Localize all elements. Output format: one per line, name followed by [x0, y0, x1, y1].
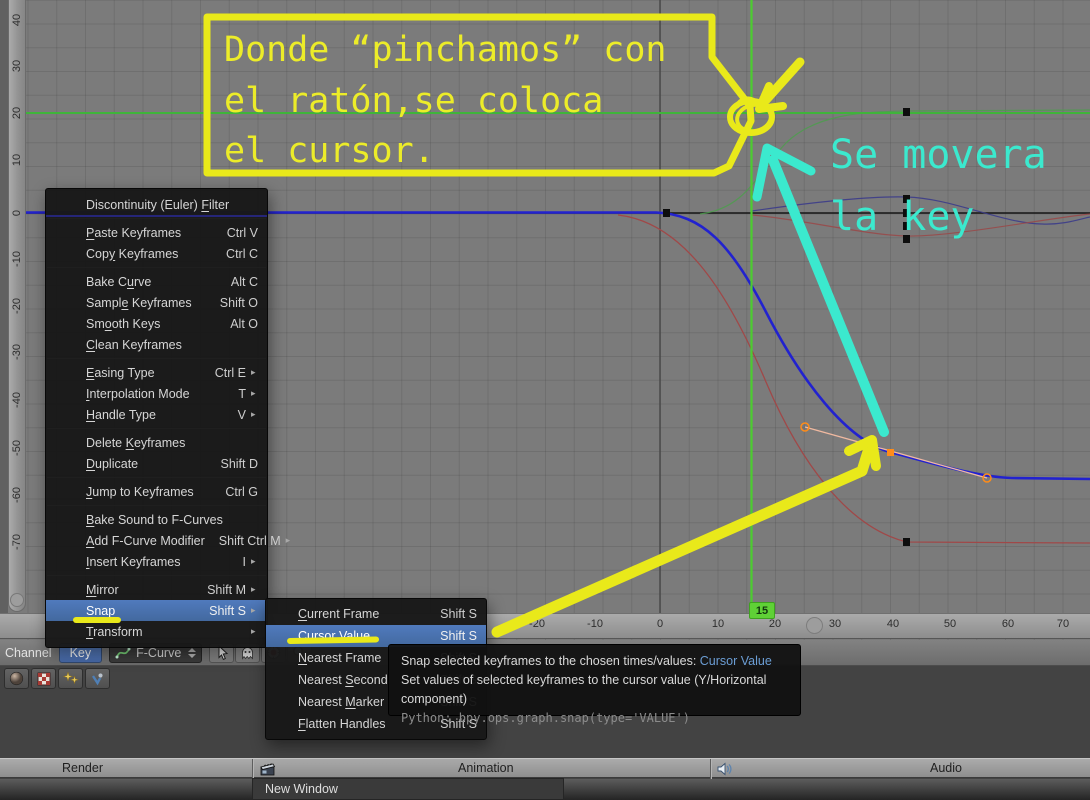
tooltip: Snap selected keyframes to the chosen ti… [388, 644, 801, 725]
tooltip-summary-text: Snap selected keyframes to the chosen ti… [401, 654, 697, 668]
tooltip-summary-value: Cursor Value [699, 654, 772, 668]
annotation-cyan-arrow-shaft [768, 155, 889, 437]
annotation-big-arrow-shaft [491, 436, 877, 638]
annotation-underline-cursor-value [287, 636, 380, 644]
annotation-small-arrow-shaft [761, 57, 805, 105]
tooltip-summary: Snap selected keyframes to the chosen ti… [401, 652, 788, 671]
annotation-bubble-outline [203, 13, 755, 177]
annotation-underline-snap [73, 617, 121, 623]
tooltip-description: Set values of selected keyframes to the … [401, 673, 767, 706]
tooltip-python: Python: bpy.ops.graph.snap(type='VALUE') [401, 711, 690, 725]
